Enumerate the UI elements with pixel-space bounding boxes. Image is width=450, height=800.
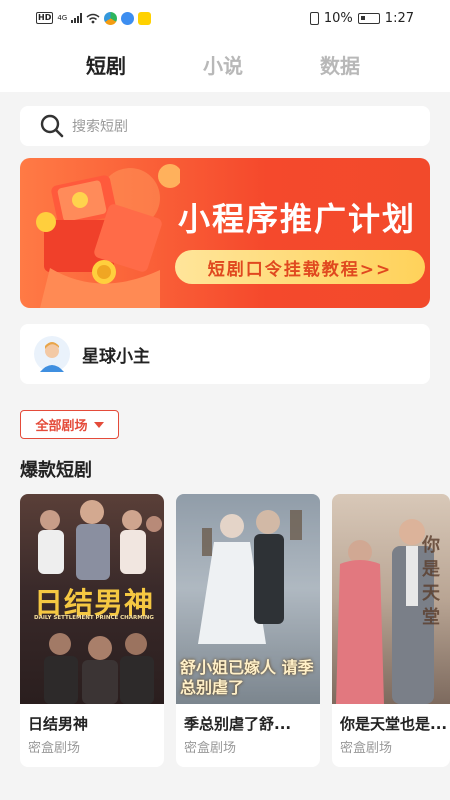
tab-novel[interactable]: 小说 — [203, 50, 243, 79]
search-bar[interactable]: 搜索短剧 — [20, 106, 430, 146]
theater-filter-dropdown[interactable]: 全部剧场 — [20, 410, 119, 439]
search-input[interactable]: 搜索短剧 — [72, 116, 128, 136]
network-type: 4G — [57, 14, 68, 22]
app-notification-icon — [121, 11, 135, 25]
meituan-icon — [138, 11, 152, 25]
battery-icon — [357, 12, 380, 24]
poster-subtitle: DAILY SETTLEMENT PRINCE CHARMING — [34, 615, 154, 621]
drama-title: 季总别虐了舒... — [184, 715, 292, 733]
planet-owner-card[interactable]: 星球小主 — [20, 324, 430, 384]
status-bar: HD 4G 10% 1:27 — [0, 0, 450, 36]
battery-percent: 10% — [323, 10, 353, 26]
app-notification-icon — [104, 11, 118, 25]
caret-down-icon — [93, 421, 104, 428]
hd-badge: HD — [36, 12, 54, 24]
planet-owner-name: 星球小主 — [82, 346, 150, 367]
search-icon — [40, 114, 64, 138]
red-envelope-gift-icon — [36, 164, 180, 308]
poster-title: 舒小姐已嫁人 请季总别虐了 — [180, 658, 314, 697]
status-right: 10% 1:27 — [309, 10, 414, 26]
tab-short-drama[interactable]: 短剧 — [86, 50, 126, 79]
top-tab-bar: 短剧 小说 数据 — [0, 36, 450, 92]
filter-label: 全部剧场 — [35, 419, 88, 434]
banner-title: 小程序推广计划 — [178, 200, 417, 238]
drama-card[interactable]: 舒小姐已嫁人 请季总别虐了 季总别虐了舒... 密盒剧场 — [176, 494, 320, 767]
drama-poster: 日结男神 DAILY SETTLEMENT PRINCE CHARMING — [20, 494, 164, 704]
drama-poster: 舒小姐已嫁人 请季总别虐了 — [176, 494, 320, 704]
section-title: 爆款短剧 — [20, 460, 92, 481]
drama-title: 你是天堂也是... — [340, 715, 448, 733]
status-left: HD 4G — [36, 11, 152, 25]
drama-card[interactable]: 日结男神 DAILY SETTLEMENT PRINCE CHARMING 日结… — [20, 494, 164, 767]
drama-poster: 你是天堂 — [332, 494, 450, 704]
drama-source: 密盒剧场 — [184, 741, 237, 756]
banner-tutorial-button[interactable]: 短剧口令挂载教程>> — [175, 250, 425, 284]
clock: 1:27 — [384, 10, 414, 26]
wifi-icon — [86, 13, 100, 23]
banner-subtitle: 短剧口令挂载教程>> — [207, 259, 393, 280]
tab-data[interactable]: 数据 — [320, 50, 360, 79]
drama-title: 日结男神 — [28, 715, 89, 733]
vibrate-icon — [309, 11, 319, 25]
promo-banner[interactable]: 小程序推广计划 短剧口令挂载教程>> — [20, 158, 430, 308]
poster-title: 你是天堂 — [422, 535, 440, 628]
drama-card[interactable]: 你是天堂 你是天堂也是... 密盒剧场 — [332, 494, 450, 767]
avatar — [34, 336, 70, 372]
drama-source: 密盒剧场 — [28, 741, 81, 756]
drama-source: 密盒剧场 — [340, 741, 393, 756]
signal-icon — [71, 13, 83, 23]
